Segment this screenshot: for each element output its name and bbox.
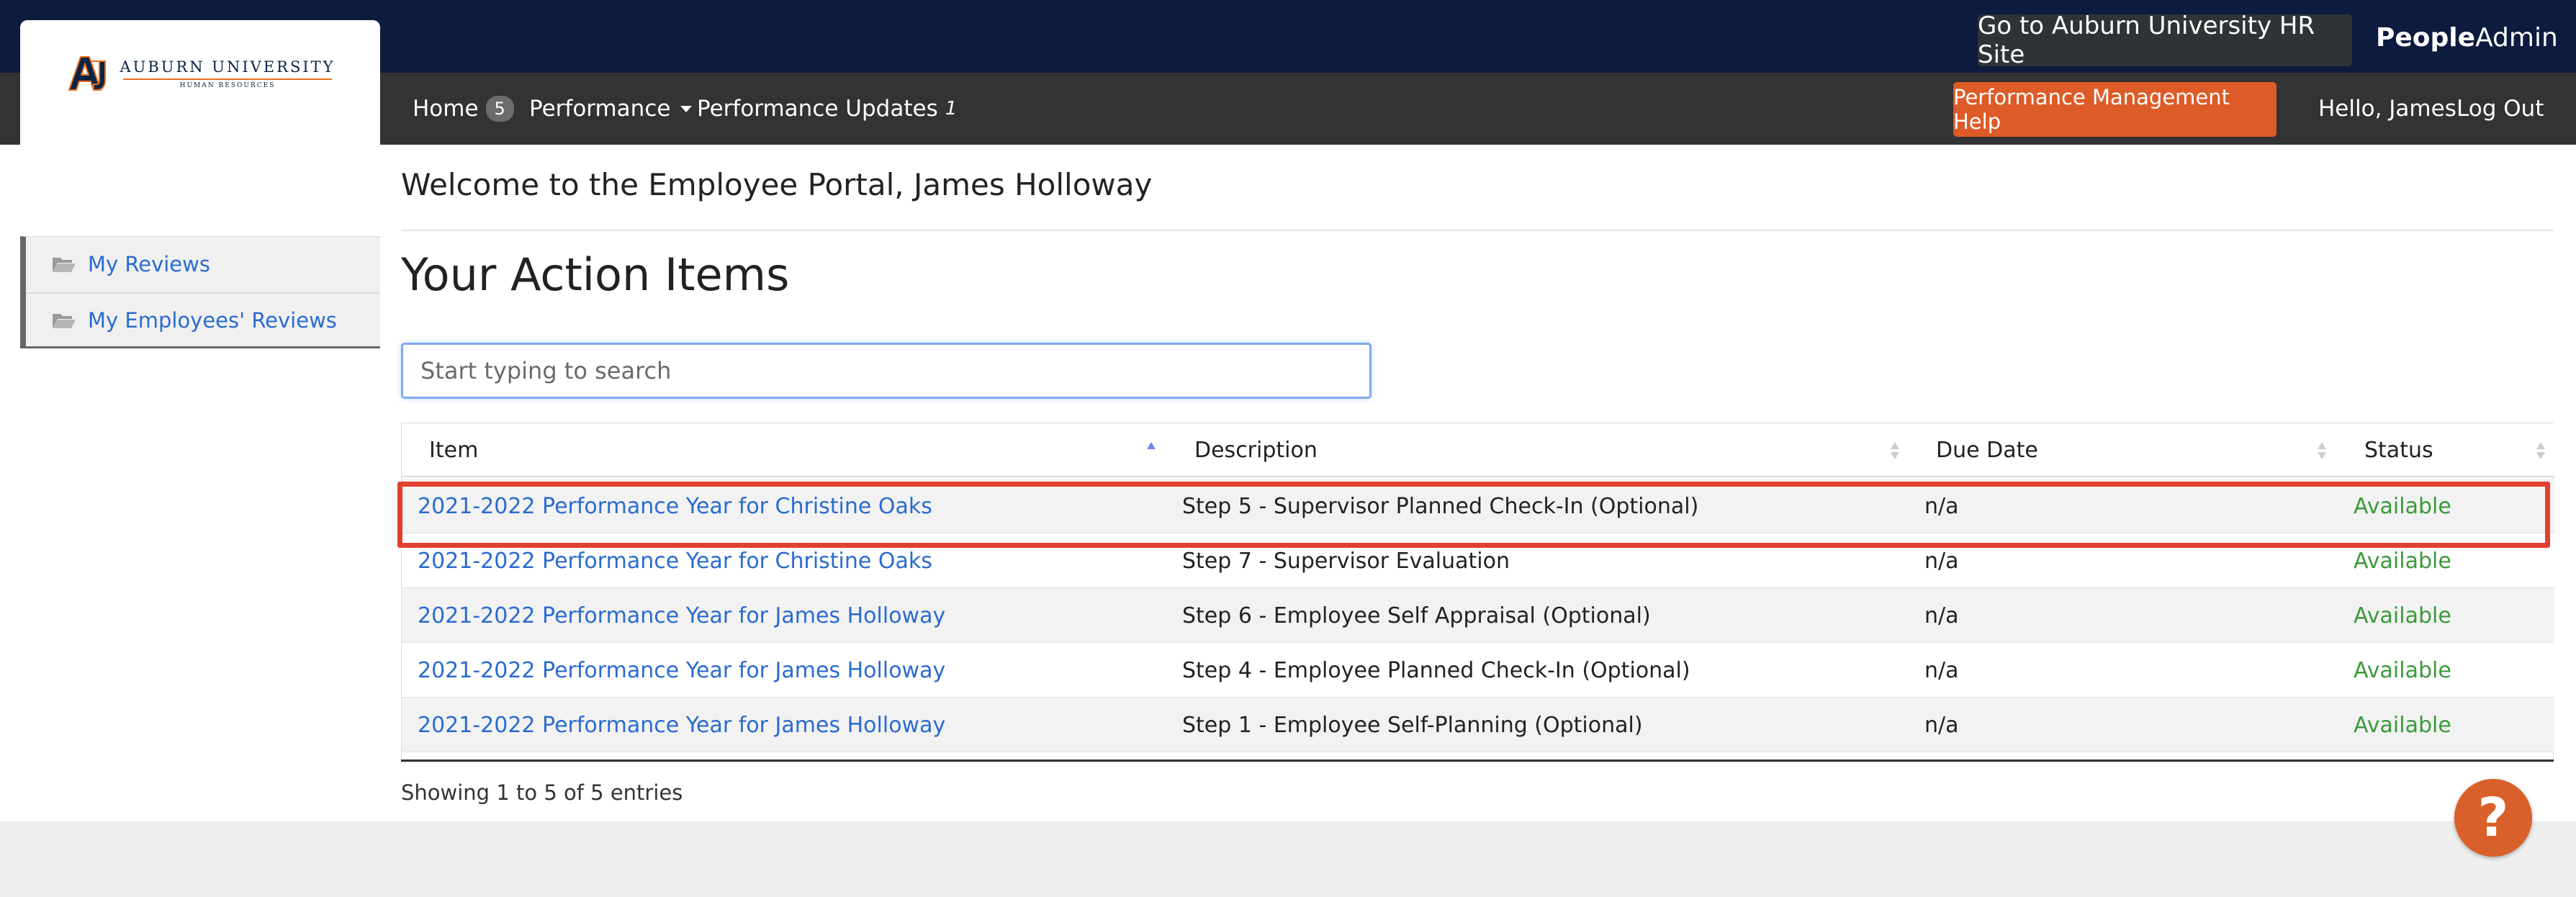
home-count-badge: 5	[485, 96, 514, 122]
updates-count: 1	[945, 98, 958, 120]
peopleadmin-logo: People Admin	[2376, 19, 2558, 56]
brand-bold: People	[2376, 22, 2476, 53]
status-cell: Available	[2354, 657, 2451, 683]
description-cell: Step 7 - Supervisor Evaluation	[1182, 548, 1510, 574]
item-link[interactable]: 2021-2022 Performance Year for James Hol…	[418, 588, 945, 643]
description-cell: Step 4 - Employee Planned Check-In (Opti…	[1182, 657, 1690, 683]
due-date-cell: n/a	[1924, 493, 1959, 519]
sort-icon[interactable]	[1890, 441, 1900, 461]
sort-ascending-icon[interactable]	[1146, 441, 1156, 461]
user-greeting: Hello, James	[2318, 96, 2456, 122]
table-row: 2021-2022 Performance Year for James Hol…	[402, 698, 2554, 752]
nav-performance-label: Performance	[529, 96, 671, 122]
column-header-item[interactable]: Item	[429, 423, 478, 477]
sidebar-item-my-employees-reviews[interactable]: My Employees' Reviews	[26, 292, 380, 347]
sidebar-item-label: My Reviews	[88, 252, 210, 276]
column-header-status[interactable]: Status	[2364, 423, 2433, 477]
university-logo-box[interactable]: AUBURN UNIVERSITY HUMAN RESOURCES	[20, 20, 380, 148]
table-row: 2021-2022 Performance Year for James Hol…	[402, 643, 2554, 698]
table-bottom-border	[401, 759, 2554, 762]
description-cell: Step 6 - Employee Self Appraisal (Option…	[1182, 603, 1651, 628]
nav-home[interactable]: Home 5	[413, 73, 514, 145]
status-cell: Available	[2354, 712, 2451, 738]
sidebar-item-label: My Employees' Reviews	[88, 308, 337, 333]
sidebar: My Reviews My Employees' Reviews	[20, 236, 380, 348]
column-header-due-date[interactable]: Due Date	[1936, 423, 2038, 477]
university-logo: AUBURN UNIVERSITY HUMAN RESOURCES	[65, 51, 335, 96]
sort-icon[interactable]	[2317, 441, 2327, 461]
table-row: 2021-2022 Performance Year for James Hol…	[402, 588, 2554, 643]
description-cell: Step 1 - Employee Self-Planning (Optiona…	[1182, 712, 1643, 738]
logo-divider	[123, 78, 332, 80]
due-date-cell: n/a	[1924, 712, 1959, 738]
page-title: Your Action Items	[401, 248, 790, 301]
help-question-icon[interactable]: ?	[2454, 779, 2532, 857]
folder-open-icon	[53, 314, 76, 328]
status-cell: Available	[2354, 548, 2451, 574]
nav-performance-dropdown[interactable]: Performance	[529, 73, 693, 145]
brand-regular: Admin	[2475, 22, 2558, 53]
performance-help-button[interactable]: Performance Management Help	[1953, 82, 2276, 137]
description-cell: Step 5 - Supervisor Planned Check-In (Op…	[1182, 493, 1699, 519]
nav-updates-label: Performance Updates	[697, 96, 938, 122]
welcome-heading: Welcome to the Employee Portal, James Ho…	[401, 167, 1153, 202]
item-link[interactable]: 2021-2022 Performance Year for James Hol…	[418, 643, 945, 698]
due-date-cell: n/a	[1924, 548, 1959, 574]
nav-performance-updates[interactable]: Performance Updates 1	[697, 73, 957, 145]
table-row: 2021-2022 Performance Year for Christine…	[402, 479, 2554, 533]
item-link[interactable]: 2021-2022 Performance Year for Christine…	[418, 533, 932, 588]
logo-title: AUBURN UNIVERSITY	[120, 58, 335, 76]
item-link[interactable]: 2021-2022 Performance Year for James Hol…	[418, 698, 945, 752]
table-header: Item Description Due Date Status	[402, 423, 2554, 477]
search-input[interactable]	[401, 343, 1372, 399]
caret-down-icon	[680, 105, 693, 112]
sidebar-item-my-reviews[interactable]: My Reviews	[26, 237, 380, 292]
logo-subtitle: HUMAN RESOURCES	[179, 81, 276, 89]
nav-home-label: Home	[413, 96, 479, 122]
footer	[0, 821, 2576, 897]
au-logo-icon	[68, 56, 107, 91]
due-date-cell: n/a	[1924, 603, 1959, 628]
logout-link[interactable]: Log Out	[2456, 73, 2544, 145]
status-cell: Available	[2354, 603, 2451, 628]
table-entries-info: Showing 1 to 5 of 5 entries	[401, 780, 683, 805]
status-cell: Available	[2354, 493, 2451, 519]
sort-icon[interactable]	[2536, 441, 2546, 461]
action-items-table: Item Description Due Date Status 2021-20…	[401, 423, 2554, 762]
page: Go to Auburn University HR Site People Ad…	[0, 0, 2576, 897]
table-row: 2021-2022 Performance Year for Christine…	[402, 533, 2554, 588]
due-date-cell: n/a	[1924, 657, 1959, 683]
column-header-description[interactable]: Description	[1194, 423, 1318, 477]
item-link[interactable]: 2021-2022 Performance Year for Christine…	[418, 479, 932, 533]
hr-site-button[interactable]: Go to Auburn University HR Site	[1978, 12, 2352, 69]
divider	[401, 230, 2554, 231]
folder-open-icon	[53, 258, 76, 272]
